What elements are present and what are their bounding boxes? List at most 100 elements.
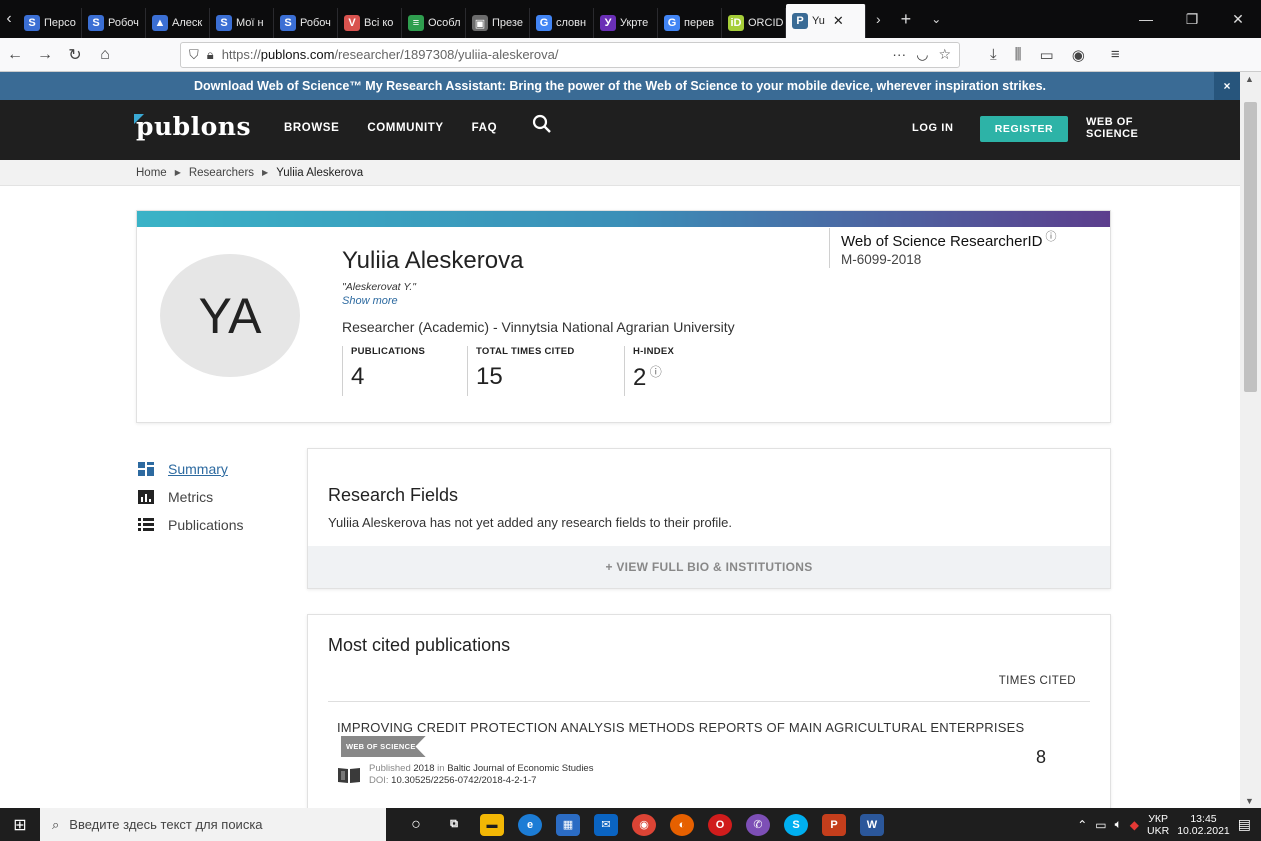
volume-icon[interactable]: 🔈︎: [1115, 817, 1122, 832]
nav-faq[interactable]: FAQ: [472, 122, 497, 134]
book-icon: [337, 766, 361, 784]
account-icon[interactable]: ◉: [1072, 46, 1085, 64]
publication-doi[interactable]: 10.30525/2256-0742/2018-4-2-1-7: [391, 775, 536, 786]
tab-favicon-icon: ▲: [152, 15, 168, 31]
profile-card: YA Yuliia Aleskerova "Aleskerovat Y." Sh…: [136, 210, 1111, 423]
tab-list-chevron-icon[interactable]: ⌄: [921, 12, 951, 26]
notifications-icon[interactable]: ▤: [1238, 816, 1251, 833]
page-scrollbar[interactable]: ▲ ▼: [1240, 72, 1261, 808]
windows-taskbar: ⊞ ⌕ Введите здесь текст для поиска ○ ⧉ ▬…: [0, 808, 1261, 841]
word-icon[interactable]: W: [860, 813, 884, 836]
forward-button[interactable]: →: [30, 46, 60, 64]
web-page: Download Web of Science™ My Research Ass…: [0, 72, 1240, 808]
metric-h-index[interactable]: H-INDEX 2 ⓘ: [624, 346, 674, 396]
browser-tab[interactable]: ▲ Алеск: [146, 8, 210, 38]
sidemenu-publications[interactable]: Publications: [138, 511, 244, 539]
powerpoint-icon[interactable]: P: [822, 813, 846, 836]
browser-tab[interactable]: S Робоч: [274, 8, 338, 38]
firefox-icon[interactable]: ◐: [670, 813, 694, 836]
address-bar[interactable]: ⛉ 🔒︎ https://publons.com/researcher/1897…: [180, 41, 960, 68]
close-tab-icon[interactable]: ✕: [833, 13, 844, 29]
tab-scroll-right-icon[interactable]: ›: [866, 11, 891, 27]
taskbar-search[interactable]: ⌕ Введите здесь текст для поиска: [40, 808, 386, 841]
web-of-science-link[interactable]: WEB OF SCIENCE: [1086, 116, 1138, 140]
researcher-name: Yuliia Aleskerova: [342, 247, 524, 274]
login-link[interactable]: LOG IN: [912, 122, 954, 134]
language-indicator[interactable]: УКР UKR: [1147, 813, 1169, 837]
sidemenu-metrics[interactable]: Metrics: [138, 483, 244, 511]
bookmark-star-icon[interactable]: ☆: [938, 46, 951, 63]
register-button[interactable]: REGISTER: [980, 116, 1068, 142]
viber-icon[interactable]: ✆: [746, 813, 770, 836]
antivirus-icon[interactable]: ◆: [1130, 818, 1139, 832]
restore-window-button[interactable]: ❐: [1169, 11, 1215, 28]
clock[interactable]: 13:45 10.02.2021: [1177, 813, 1230, 837]
file-explorer-icon[interactable]: ▬: [480, 813, 504, 836]
menu-icon[interactable]: ≡: [1111, 46, 1120, 64]
store-icon[interactable]: ▦: [556, 813, 580, 836]
browser-tab[interactable]: У Укрте: [594, 8, 658, 38]
nav-browse[interactable]: BROWSE: [284, 122, 339, 134]
library-icon[interactable]: ⫼: [1015, 46, 1022, 64]
help-icon[interactable]: ⓘ: [646, 365, 662, 379]
tab-label: перев: [684, 17, 715, 29]
metric-publications[interactable]: PUBLICATIONS 4: [342, 346, 425, 396]
browser-tab[interactable]: P Yu ✕: [786, 4, 866, 38]
edge-icon[interactable]: e: [518, 813, 542, 836]
lock-icon[interactable]: 🔒︎: [207, 47, 214, 63]
tab-label: словн: [556, 17, 587, 29]
banner-close-button[interactable]: ×: [1214, 72, 1240, 100]
pocket-icon[interactable]: ◡: [916, 46, 928, 63]
show-more-link[interactable]: Show more: [342, 295, 398, 307]
chevron-up-icon[interactable]: ⌃: [1077, 818, 1087, 832]
sidemenu-summary[interactable]: Summary: [138, 455, 244, 483]
windows-start-icon[interactable]: ⊞: [0, 815, 40, 835]
cortana-icon[interactable]: ○: [404, 814, 428, 836]
browser-tab[interactable]: ▣ Презе: [466, 8, 530, 38]
view-full-bio-button[interactable]: + VIEW FULL BIO & INSTITUTIONS: [308, 546, 1110, 588]
tab-favicon-icon: S: [216, 15, 232, 31]
publons-logo[interactable]: publons: [134, 112, 251, 141]
metric-total-times-cited[interactable]: TOTAL TIMES CITED 15: [467, 346, 575, 396]
sidebar-icon[interactable]: ▭: [1040, 46, 1054, 64]
browser-tab[interactable]: S Мої н: [210, 8, 274, 38]
mail-icon[interactable]: ✉: [594, 813, 618, 836]
breadcrumb-home[interactable]: Home: [136, 167, 167, 179]
scroll-up-icon[interactable]: ▲: [1245, 74, 1254, 84]
downloads-icon[interactable]: ⤓: [990, 46, 997, 64]
researcher-alias: "Aleskerovat Y.": [342, 281, 416, 293]
browser-tab[interactable]: Gперев: [658, 8, 722, 38]
home-button[interactable]: ⌂: [90, 46, 120, 64]
browser-tab[interactable]: S Робоч: [82, 8, 146, 38]
scroll-down-icon[interactable]: ▼: [1245, 796, 1254, 806]
page-actions-icon[interactable]: ···: [892, 46, 906, 63]
browser-tab[interactable]: ≡ Особл: [402, 8, 466, 38]
search-icon: ⌕: [52, 816, 60, 832]
browser-tab[interactable]: V Всі ко: [338, 8, 402, 38]
back-button[interactable]: ←: [0, 46, 30, 64]
new-tab-button[interactable]: +: [891, 9, 922, 30]
chrome-icon[interactable]: ◉: [632, 813, 656, 836]
nav-community[interactable]: COMMUNITY: [367, 122, 443, 134]
publication-journal[interactable]: Baltic Journal of Economic Studies: [447, 763, 593, 774]
network-icon[interactable]: ▭: [1095, 818, 1106, 832]
banner-text[interactable]: Download Web of Science™ My Research Ass…: [194, 79, 1046, 93]
browser-tab[interactable]: iD ORCID: [722, 8, 786, 38]
url-text[interactable]: https://publons.com/researcher/1897308/y…: [222, 47, 559, 62]
tab-scroll-left-icon[interactable]: ‹: [0, 10, 18, 28]
divider: [328, 701, 1090, 702]
browser-tab[interactable]: Gсловн: [530, 8, 594, 38]
close-window-button[interactable]: ✕: [1215, 11, 1261, 28]
publication-title[interactable]: IMPROVING CREDIT PROTECTION ANALYSIS MET…: [337, 720, 1024, 735]
skype-icon[interactable]: S: [784, 813, 808, 836]
shield-icon[interactable]: ⛉: [189, 47, 199, 63]
help-icon[interactable]: ⓘ: [1042, 231, 1057, 243]
minimize-window-button[interactable]: —: [1123, 11, 1169, 28]
opera-icon[interactable]: O: [708, 813, 732, 836]
browser-tab[interactable]: S Персо: [18, 8, 82, 38]
breadcrumb-researchers[interactable]: Researchers: [189, 167, 254, 179]
reload-button[interactable]: ↻: [60, 45, 90, 65]
scrollbar-thumb[interactable]: [1244, 102, 1257, 392]
search-icon[interactable]: [532, 114, 552, 140]
task-view-icon[interactable]: ⧉: [442, 814, 466, 836]
